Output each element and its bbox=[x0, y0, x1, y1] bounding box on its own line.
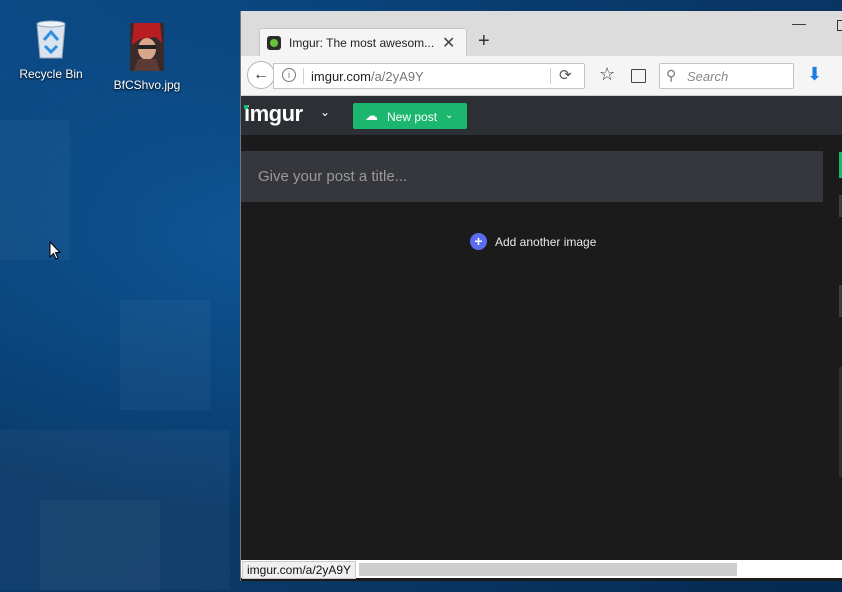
site-info-icon[interactable]: i bbox=[282, 68, 296, 82]
browser-tab[interactable]: Imgur: The most awesom... ✕ bbox=[259, 28, 467, 57]
back-arrow-icon[interactable]: ← bbox=[247, 61, 275, 89]
minimize-window-icon[interactable]: — bbox=[792, 15, 806, 31]
recycle-bin-icon bbox=[6, 16, 96, 63]
bookmark-star-icon[interactable]: ☆ bbox=[599, 65, 615, 83]
address-host: imgur.com bbox=[311, 69, 371, 84]
new-post-button[interactable]: ☁ New post ⌄ bbox=[353, 103, 467, 129]
close-tab-icon[interactable]: ✕ bbox=[442, 33, 455, 53]
imgur-favicon-icon bbox=[267, 36, 281, 50]
horizontal-scrollbar[interactable] bbox=[359, 563, 737, 576]
post-editor: + Add another image bbox=[241, 135, 842, 569]
desktop-icon-label: Recycle Bin bbox=[19, 67, 83, 81]
search-placeholder: Search bbox=[687, 69, 729, 84]
chevron-down-icon[interactable]: ⌄ bbox=[320, 105, 330, 119]
search-icon: ⚲ bbox=[666, 67, 677, 83]
mouse-cursor-icon bbox=[49, 240, 62, 265]
divider bbox=[303, 68, 304, 84]
plus-circle-icon: + bbox=[470, 233, 487, 250]
post-title-input[interactable] bbox=[241, 151, 823, 202]
new-post-label: New post bbox=[387, 110, 438, 124]
reload-icon[interactable]: ⟳ bbox=[559, 66, 572, 84]
imgur-header: imgur ⌄ ☁ New post ⌄ bbox=[241, 96, 842, 135]
chevron-down-icon: ⌄ bbox=[445, 110, 454, 121]
desktop-icon-image-file[interactable]: BfCShvo.jpg bbox=[102, 23, 192, 92]
desktop-icon-label: BfCShvo.jpg bbox=[113, 78, 181, 92]
browser-titlebar: Imgur: The most awesom... ✕ + — bbox=[241, 11, 842, 57]
navigation-toolbar: ← i imgur.com/a/2yA9Y ⟳ ☆ ⚲ Search ⬇ bbox=[241, 56, 842, 96]
address-bar[interactable]: i imgur.com/a/2yA9Y ⟳ bbox=[273, 63, 585, 89]
search-box[interactable]: ⚲ Search bbox=[659, 63, 794, 89]
new-tab-icon[interactable]: + bbox=[478, 31, 490, 51]
desktop-icon-recycle-bin[interactable]: Recycle Bin bbox=[6, 16, 96, 81]
status-url: imgur.com/a/2yA9Y bbox=[242, 561, 357, 579]
add-image-label: Add another image bbox=[495, 235, 597, 249]
address-path: /a/2yA9Y bbox=[370, 69, 424, 84]
tab-title: Imgur: The most awesom... bbox=[289, 36, 435, 50]
imgur-logo[interactable]: imgur bbox=[244, 101, 303, 127]
logo-dot-icon bbox=[244, 105, 248, 109]
status-bar: imgur.com/a/2yA9Y bbox=[241, 560, 842, 579]
download-arrow-icon[interactable]: ⬇ bbox=[807, 64, 822, 85]
browser-window: Imgur: The most awesom... ✕ + — ← i imgu… bbox=[240, 11, 842, 581]
cloud-upload-icon: ☁ bbox=[365, 108, 378, 123]
reader-view-icon[interactable] bbox=[631, 69, 646, 83]
maximize-window-icon[interactable] bbox=[837, 20, 842, 31]
divider bbox=[550, 68, 551, 84]
address-url[interactable]: imgur.com/a/2yA9Y bbox=[311, 69, 424, 84]
image-file-icon bbox=[102, 23, 192, 74]
